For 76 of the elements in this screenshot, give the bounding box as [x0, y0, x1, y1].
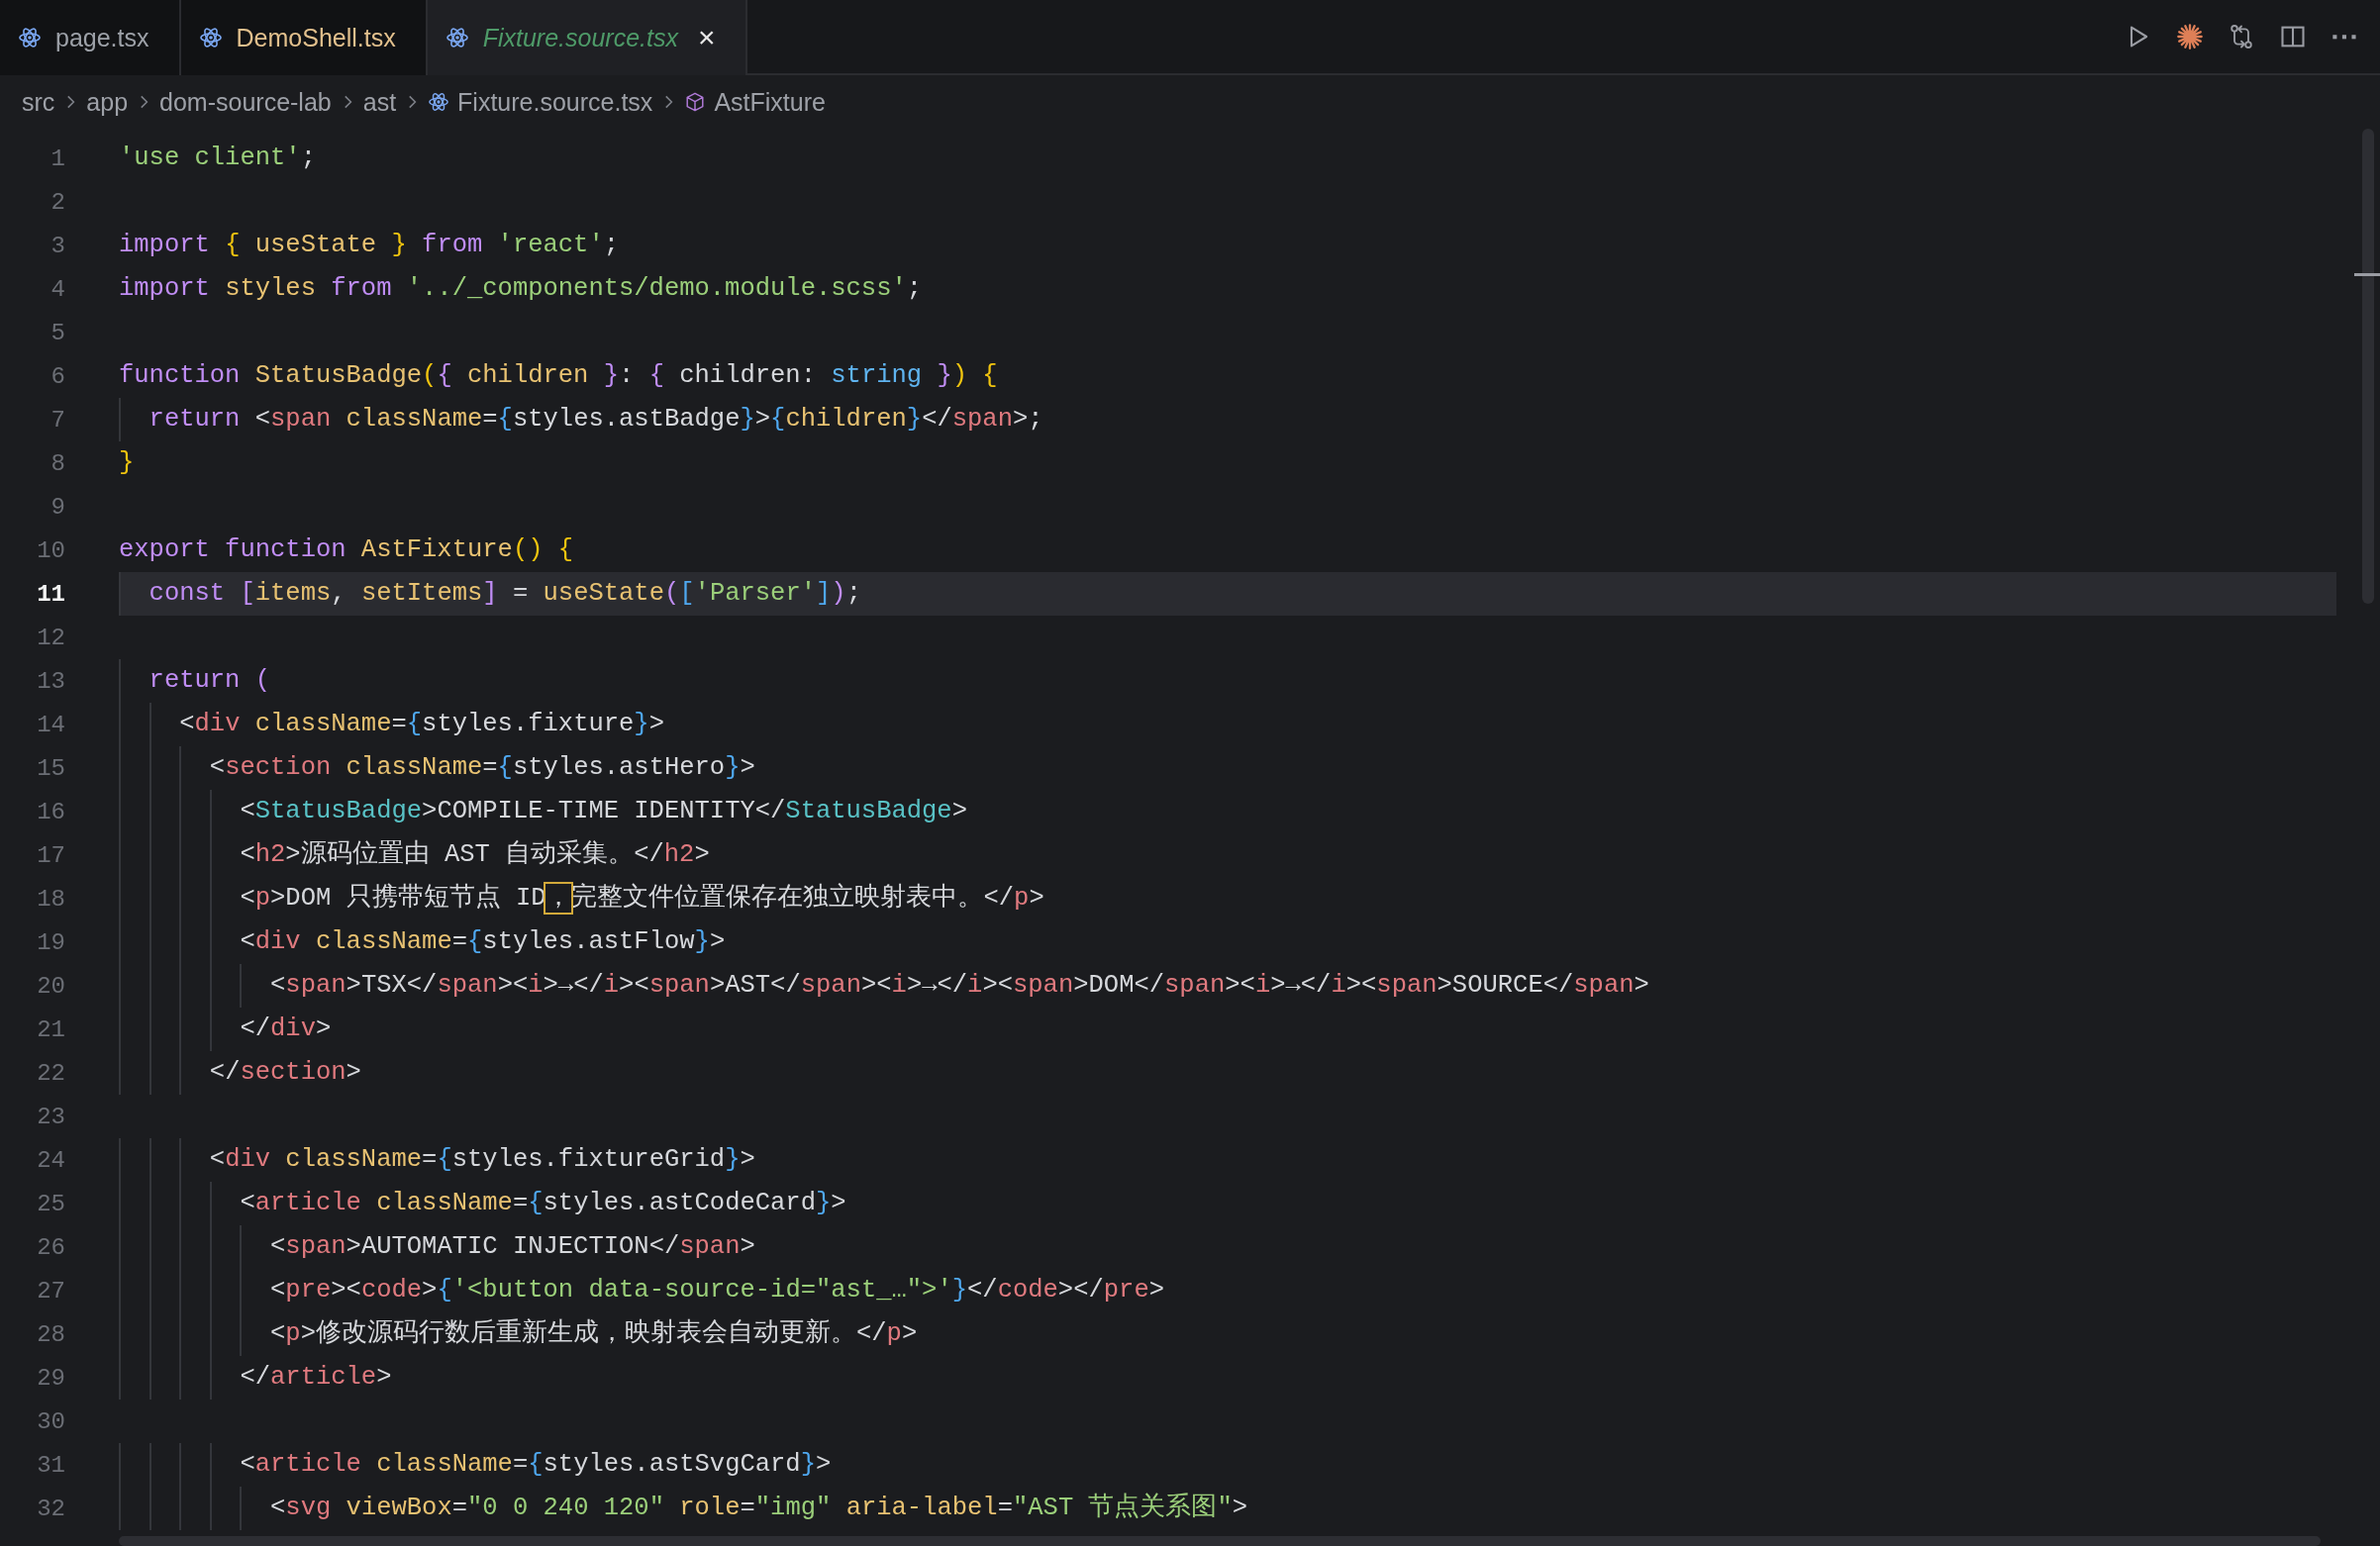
- line-number: 24: [36, 1146, 65, 1174]
- line-number: 17: [36, 841, 65, 869]
- code-line: <article className={styles.astCodeCard}>: [119, 1182, 2336, 1225]
- line-number: 7: [50, 406, 65, 434]
- line-number: 19: [36, 928, 65, 956]
- line-number: 25: [36, 1190, 65, 1217]
- react-atom-icon: [428, 91, 450, 113]
- close-tab-button[interactable]: ×: [697, 21, 716, 54]
- starburst-icon[interactable]: [2176, 23, 2204, 50]
- cursor-marker: [2354, 273, 2380, 276]
- code-line: import styles from '../_components/demo.module.scss';: [119, 273, 924, 305]
- code-line: return (: [119, 659, 2336, 703]
- line-number: 14: [36, 711, 65, 738]
- line-number: 9: [50, 493, 65, 521]
- breadcrumb-item[interactable]: dom-source-lab: [159, 87, 332, 117]
- line-number: 31: [36, 1451, 65, 1479]
- line-number: 26: [36, 1233, 65, 1261]
- code-line: <StatusBadge>COMPILE-TIME IDENTITY</StatusBadge>: [119, 790, 2336, 833]
- line-number: 8: [50, 449, 65, 477]
- code-line: function StatusBadge({ children }: { children: string }) {: [119, 360, 999, 392]
- line-number: 15: [36, 754, 65, 782]
- code-line: <p>DOM 只携带短节点 ID，完整文件位置保存在独立映射表中。</p>: [119, 877, 2336, 920]
- code-line: <span>TSX</span><i>→</i><span>AST</span><i>→</i><span>DOM</span><i>→</i><span>SOURCE</span>: [119, 964, 2336, 1008]
- react-atom-icon: [445, 26, 469, 49]
- line-number: 1: [50, 145, 65, 172]
- line-number: 28: [36, 1320, 65, 1348]
- code-line: <div className={styles.fixture}>: [119, 703, 2336, 746]
- react-atom-icon: [198, 26, 223, 49]
- editor-tab[interactable]: Fixture.source.tsx ×: [427, 0, 747, 75]
- line-number: 27: [36, 1277, 65, 1304]
- line-number: 18: [36, 885, 65, 913]
- line-number: 21: [36, 1015, 65, 1043]
- code-line: 'use client';: [119, 143, 317, 174]
- breadcrumb-item[interactable]: app: [86, 87, 129, 117]
- line-number: 6: [50, 362, 65, 390]
- code-line: <section className={styles.astHero}>: [119, 746, 2336, 790]
- code-line: <p>修改源码行数后重新生成，映射表会自动更新。</p>: [119, 1312, 2336, 1356]
- code-line: </div>: [119, 1008, 2336, 1051]
- code-line: <pre><code>{'<button data-source-id="ast_…">'}</code></pre>: [119, 1269, 2336, 1312]
- line-number: 5: [50, 319, 65, 346]
- code-line: }: [119, 447, 136, 479]
- react-atom-icon: [18, 26, 42, 49]
- cube-icon: [684, 91, 707, 113]
- editor-tab[interactable]: page.tsx: [0, 0, 181, 75]
- code-line: </section>: [119, 1051, 2336, 1095]
- line-number: 30: [36, 1407, 65, 1435]
- line-number: 3: [50, 232, 65, 259]
- code-line: <div className={styles.astFlow}>: [119, 920, 2336, 964]
- line-number: 4: [50, 275, 65, 303]
- editor-tab[interactable]: DemoShell.tsx: [180, 0, 428, 75]
- code-line: return <span className={styles.astBadge}>{children}</span>;: [119, 398, 2336, 441]
- compare-changes-icon[interactable]: [2228, 23, 2255, 50]
- line-number: 2: [50, 188, 65, 216]
- breadcrumb-item[interactable]: src: [22, 87, 55, 117]
- code-line: <article className={styles.astSvgCard}>: [119, 1443, 2336, 1487]
- line-number: 11: [36, 580, 65, 608]
- line-number: 22: [36, 1059, 65, 1087]
- code-line: <h2>源码位置由 AST 自动采集。</h2>: [119, 833, 2336, 877]
- code-line: <span>AUTOMATIC INJECTION</span>: [119, 1225, 2336, 1269]
- line-number: 32: [36, 1495, 65, 1522]
- line-number: 23: [36, 1103, 65, 1130]
- line-number: 10: [36, 536, 65, 564]
- breadcrumb-item[interactable]: AstFixture: [684, 87, 826, 117]
- code-line: </article>: [119, 1356, 2336, 1400]
- line-number: 29: [36, 1364, 65, 1392]
- line-number: 20: [36, 972, 65, 1000]
- scrollbar-thumb[interactable]: [2362, 129, 2374, 604]
- code-line: <svg viewBox="0 0 240 120" role="img" aria-label="AST 节点关系图">: [119, 1487, 2336, 1530]
- code-line: import { useState } from 'react';: [119, 230, 621, 261]
- breadcrumb-item[interactable]: Fixture.source.tsx: [428, 87, 653, 117]
- line-number: 16: [36, 798, 65, 825]
- breadcrumb-item[interactable]: ast: [362, 87, 397, 117]
- code-line: export function AstFixture() {: [119, 534, 575, 566]
- line-number: 13: [36, 667, 65, 695]
- line-number: 12: [36, 624, 65, 651]
- code-line: <div className={styles.fixtureGrid}>: [119, 1138, 2336, 1182]
